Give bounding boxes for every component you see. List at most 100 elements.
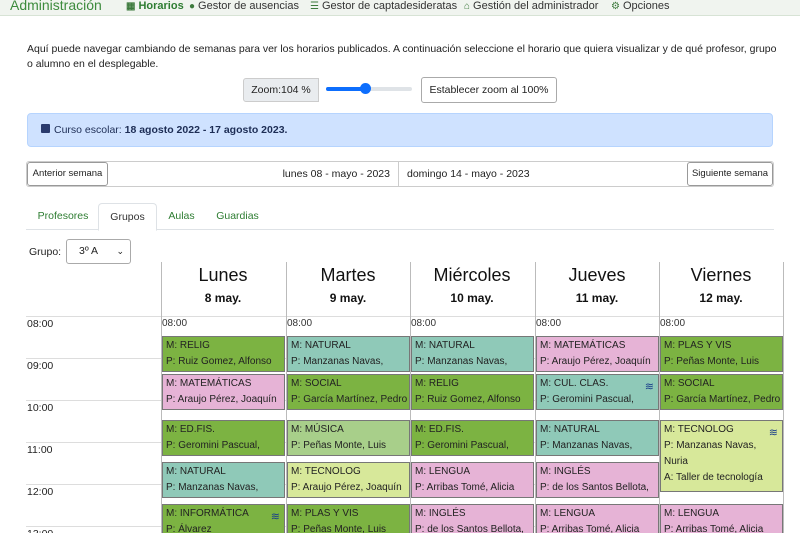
nav-item-label: Opciones <box>622 0 670 12</box>
lesson-card[interactable]: M: SOCIAL P: García Martínez, Pedro <box>660 374 783 410</box>
column-separator <box>783 262 784 533</box>
week-end-date: domingo 14 - mayo - 2023 <box>407 168 530 180</box>
layers-icon: ≋ <box>768 427 778 439</box>
nav-item-label: Gestión del administrador <box>473 0 599 12</box>
day-name: Martes <box>320 265 376 285</box>
nav-item-label: Horarios <box>138 0 184 12</box>
week-start-date: lunes 08 - mayo - 2023 <box>109 162 399 186</box>
layers-icon: ≋ <box>270 511 280 523</box>
lesson-card[interactable]: M: TECNOLOG P: Araujo Pérez, Joaquín <box>287 462 410 498</box>
lesson-teacher-cont: Nuria <box>664 456 688 467</box>
lesson-room: A: Taller de tecnología <box>664 472 763 483</box>
brand-title[interactable]: Administración <box>10 0 102 13</box>
lesson-card[interactable]: M: PLAS Y VIS P: Peñas Monte, Luis <box>287 504 410 533</box>
lesson-card[interactable]: M: NATURAL P: Manzanas Navas, <box>411 336 534 372</box>
nav-item-opciones[interactable]: ⚙ Opciones <box>611 0 669 13</box>
nav-item-administrador[interactable]: ⌂ Gestión del administrador <box>464 0 598 13</box>
group-label: Grupo: <box>29 246 62 258</box>
list-icon: ☰ <box>310 1 319 12</box>
week-navigation: Anterior semana lunes 08 - mayo - 2023 d… <box>26 161 774 187</box>
lesson-card[interactable]: M: LENGUA P: Arribas Tomé, Alicia <box>660 504 783 533</box>
hour-label: 12:00 <box>27 486 54 498</box>
lesson-card[interactable]: M: MÚSICA P: Peñas Monte, Luis <box>287 420 410 456</box>
lesson-teacher: P: Geromini Pascual, <box>415 440 509 451</box>
lesson-card[interactable]: M: RELIG P: Ruiz Gomez, Alfonso <box>162 336 285 372</box>
lesson-teacher: P: Manzanas Navas, <box>540 440 633 451</box>
lesson-teacher: P: Manzanas Navas, <box>291 356 384 367</box>
lesson-subject: M: INGLÉS <box>415 508 466 519</box>
lesson-card[interactable]: M: ED.FIS. P: Geromini Pascual, <box>162 420 285 456</box>
lesson-card[interactable]: M: LENGUA P: Arribas Tomé, Alicia <box>536 504 659 533</box>
lesson-card[interactable]: M: MATEMÁTICAS P: Araujo Pérez, Joaquín <box>162 374 285 410</box>
intro-text: Aquí puede navegar cambiando de semanas … <box>27 43 777 70</box>
chevron-down-icon: ⌄ <box>116 246 124 256</box>
nav-item-captadesideratas[interactable]: ☰ Gestor de captadesideratas <box>310 0 457 13</box>
tab-profesores[interactable]: Profesores <box>28 203 98 230</box>
day-name: Miércoles <box>433 265 511 285</box>
tab-guardias[interactable]: Guardias <box>206 203 269 230</box>
lesson-subject: M: NATURAL <box>415 340 475 351</box>
lesson-card[interactable]: M: NATURAL P: Manzanas Navas, <box>162 462 285 498</box>
lesson-subject: M: MATEMÁTICAS <box>540 340 626 351</box>
bank-icon: ⌂ <box>464 1 471 12</box>
lesson-card[interactable]: M: TECNOLOG P: Manzanas Navas, Nuria A: Tal… <box>660 420 783 492</box>
lesson-subject: M: NATURAL <box>291 340 351 351</box>
nav-item-label: Gestor de captadesideratas <box>321 0 458 12</box>
nav-item-horarios[interactable]: ▦ Horarios <box>126 0 184 13</box>
day-name: Viernes <box>690 265 752 285</box>
lesson-subject: M: LENGUA <box>540 508 596 519</box>
lesson-subject: M: LENGUA <box>664 508 720 519</box>
zoom-slider[interactable] <box>326 83 412 94</box>
group-select[interactable]: 3º A ⌄ <box>66 239 131 264</box>
hour-label: 10:00 <box>27 402 54 414</box>
group-select-value: 3º A <box>79 245 99 257</box>
lesson-card[interactable]: M: INFORMÁTICA P: Álvarez ≋ <box>162 504 285 533</box>
lesson-teacher: P: Manzanas Navas, <box>166 482 259 493</box>
zoom-reset-button[interactable]: Establecer zoom al 100% <box>421 77 557 103</box>
hour-gridline <box>26 316 783 317</box>
lesson-subject: M: SOCIAL <box>291 378 342 389</box>
day-date: 10 may. <box>450 291 494 305</box>
users-icon: ● <box>189 1 196 12</box>
lesson-subject: M: ED.FIS. <box>415 424 464 435</box>
lesson-card[interactable]: M: LENGUA P: Arribas Tomé, Alicia <box>411 462 534 498</box>
lesson-subject: M: LENGUA <box>415 466 471 477</box>
lesson-teacher: P: Geromini Pascual, <box>540 394 634 405</box>
day-date: 12 may. <box>699 291 743 305</box>
lesson-teacher: P: Manzanas Navas, <box>415 356 508 367</box>
nav-item-ausencias[interactable]: ● Gestor de ausencias <box>189 0 299 13</box>
lesson-subject: M: MATEMÁTICAS <box>166 378 252 389</box>
zoom-slider-fill <box>326 87 365 91</box>
lesson-subject: M: INGLÉS <box>540 466 591 477</box>
lesson-subject: M: PLAS Y VIS <box>664 340 732 351</box>
lesson-card[interactable]: M: MATEMÁTICAS P: Araujo Pérez, Joaquín <box>536 336 659 372</box>
tab-grupos[interactable]: Grupos <box>98 203 157 231</box>
lesson-card[interactable]: M: NATURAL P: Manzanas Navas, <box>287 336 410 372</box>
lesson-subject: M: MÚSICA <box>291 424 344 435</box>
lesson-card[interactable]: M: INGLÉS P: de los Santos Bellota, <box>536 462 659 498</box>
lesson-teacher: P: Peñas Monte, Luis <box>664 356 760 367</box>
gear-icon: ⚙ <box>611 1 620 12</box>
lesson-card[interactable]: M: PLAS Y VIS P: Peñas Monte, Luis <box>660 336 783 372</box>
lesson-teacher: P: Álvarez <box>166 524 212 533</box>
school-year-prefix: Curso escolar: <box>54 124 122 136</box>
layers-icon: ≋ <box>644 381 654 393</box>
lesson-card[interactable]: M: NATURAL P: Manzanas Navas, <box>536 420 659 456</box>
lesson-subject: M: NATURAL <box>166 466 226 477</box>
lesson-card[interactable]: M: CUL. CLAS. P: Geromini Pascual, ≋ <box>536 374 659 410</box>
previous-week-button[interactable]: Anterior semana <box>27 162 108 186</box>
lesson-card[interactable]: M: ED.FIS. P: Geromini Pascual, <box>411 420 534 456</box>
lesson-teacher: P: García Martínez, Pedro <box>291 394 408 405</box>
lesson-teacher: P: Araujo Pérez, Joaquín <box>291 482 402 493</box>
next-week-button[interactable]: Siguiente semana <box>687 162 773 186</box>
lesson-teacher: P: Ruiz Gomez, Alfonso <box>415 394 521 405</box>
lesson-teacher: P: Peñas Monte, Luis <box>291 524 387 533</box>
lesson-subject: M: RELIG <box>415 378 459 389</box>
zoom-slider-thumb[interactable] <box>359 83 371 94</box>
lesson-subject: M: PLAS Y VIS <box>291 508 359 519</box>
tab-aulas[interactable]: Aulas <box>159 203 204 230</box>
lesson-card[interactable]: M: INGLÉS P: de los Santos Bellota, <box>411 504 534 533</box>
lesson-card[interactable]: M: SOCIAL P: García Martínez, Pedro <box>287 374 410 410</box>
lesson-card[interactable]: M: RELIG P: Ruiz Gomez, Alfonso <box>411 374 534 410</box>
lesson-teacher: P: Manzanas Navas, <box>664 440 757 451</box>
